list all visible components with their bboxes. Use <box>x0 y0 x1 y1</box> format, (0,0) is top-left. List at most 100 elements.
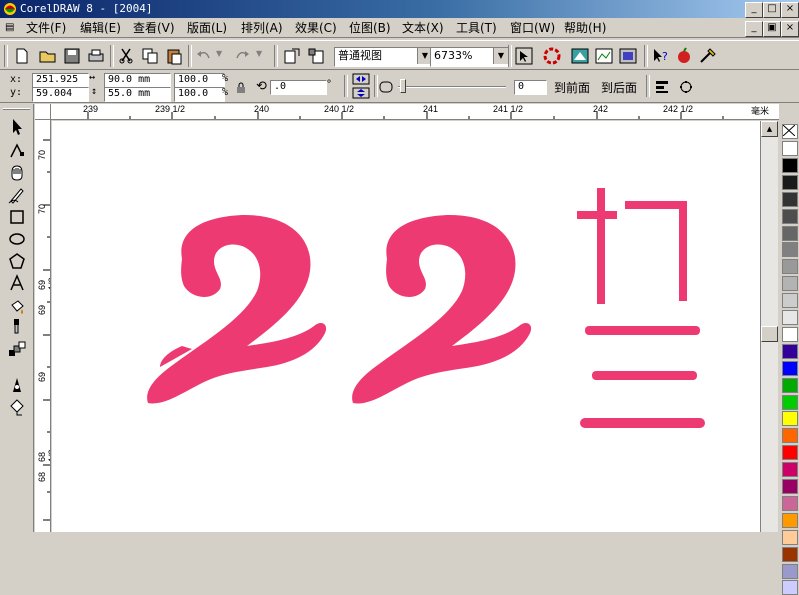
color-swatch[interactable] <box>782 428 798 444</box>
menu-window[interactable]: 窗口(W) <box>510 20 555 36</box>
rotation-field[interactable]: .0 <box>270 80 327 95</box>
text-tool-icon[interactable] <box>6 272 28 294</box>
color-swatch[interactable] <box>782 326 798 342</box>
polygon-tool-icon[interactable] <box>6 250 28 272</box>
snap-icon[interactable] <box>514 46 534 66</box>
scroll-thumb[interactable] <box>761 326 778 342</box>
color-swatch[interactable] <box>782 479 798 494</box>
rectangle-tool-icon[interactable] <box>6 206 28 228</box>
whats-this-icon[interactable]: ? <box>650 46 670 66</box>
ruler-origin[interactable] <box>35 104 51 120</box>
menu-file[interactable]: 文件(F) <box>26 20 66 36</box>
color-swatch[interactable] <box>782 580 798 595</box>
menu-effects[interactable]: 效果(C) <box>295 20 337 36</box>
image-viewer-icon[interactable] <box>618 46 638 66</box>
corner-slider-thumb[interactable] <box>400 79 406 93</box>
undo-icon[interactable] <box>194 46 214 66</box>
vertical-scrollbar[interactable]: ▲ <box>760 121 778 532</box>
save-icon[interactable] <box>62 46 82 66</box>
view-mode-select[interactable]: 普通视图 ▼ <box>334 47 433 67</box>
to-back-button[interactable]: 到后面 <box>601 79 637 96</box>
doc-minimize-button[interactable]: _ <box>745 21 763 37</box>
new-icon[interactable] <box>12 46 32 66</box>
y-position-field[interactable]: 59.004 <box>32 87 89 102</box>
mirror-horizontal-icon[interactable] <box>352 73 370 85</box>
doc-icon[interactable]: ▤ <box>5 20 14 36</box>
zoom-select[interactable]: 6733% ▼ <box>430 47 509 67</box>
export-icon[interactable] <box>306 46 326 66</box>
apple-icon[interactable] <box>674 46 694 66</box>
no-color-swatch[interactable] <box>782 124 798 139</box>
align-icon[interactable] <box>654 79 670 95</box>
doc-close-button[interactable]: × <box>781 21 799 37</box>
scroll-up-icon[interactable]: ▲ <box>761 121 778 137</box>
color-swatch[interactable] <box>782 293 798 309</box>
menu-arrange[interactable]: 排列(A) <box>241 20 283 36</box>
color-swatch[interactable] <box>782 157 798 173</box>
color-swatch[interactable] <box>782 276 798 292</box>
width-field[interactable]: 90.0 mm <box>104 73 171 88</box>
application-launcher-icon[interactable] <box>570 46 590 66</box>
fill-tool-icon[interactable] <box>6 396 28 418</box>
color-swatch[interactable] <box>782 259 798 275</box>
chevron-down-icon[interactable]: ▼ <box>493 48 508 64</box>
paste-icon[interactable] <box>164 46 184 66</box>
convert-to-curves-icon[interactable] <box>678 79 694 95</box>
open-icon[interactable] <box>38 46 58 66</box>
corel-tutor-icon[interactable] <box>542 46 562 66</box>
eyedropper-tool-icon[interactable] <box>6 316 28 338</box>
scale-x-field[interactable]: 100.0 <box>174 73 225 88</box>
color-swatch[interactable] <box>782 377 798 393</box>
color-swatch[interactable] <box>782 343 798 359</box>
color-swatch[interactable] <box>782 445 798 461</box>
magic-icon[interactable] <box>698 46 718 66</box>
maximize-button[interactable]: □ <box>763 2 781 18</box>
corner-slider-track[interactable] <box>398 86 506 88</box>
color-swatch[interactable] <box>782 462 798 478</box>
cut-icon[interactable] <box>116 46 136 66</box>
close-button[interactable]: × <box>781 2 799 18</box>
print-icon[interactable] <box>86 46 106 66</box>
minimize-button[interactable]: _ <box>745 2 763 18</box>
color-swatch[interactable] <box>782 495 798 511</box>
lock-icon[interactable] <box>234 81 248 95</box>
redo-icon[interactable] <box>232 46 252 66</box>
menu-edit[interactable]: 编辑(E) <box>80 20 121 36</box>
menu-bitmaps[interactable]: 位图(B) <box>349 20 391 36</box>
height-field[interactable]: 55.0 mm <box>104 87 171 102</box>
ellipse-tool-icon[interactable] <box>6 228 28 250</box>
undo-dropdown-icon[interactable]: ▼ <box>216 49 222 58</box>
color-swatch[interactable] <box>782 563 798 579</box>
color-swatch[interactable] <box>782 242 798 258</box>
color-swatch[interactable] <box>782 174 798 190</box>
import-icon[interactable] <box>282 46 302 66</box>
vertical-ruler[interactable]: 70 70 69 1/2 69 69 68 1/2 68 <box>35 120 51 532</box>
color-swatch[interactable] <box>782 411 798 427</box>
outline-width-field[interactable]: 0 <box>514 80 547 95</box>
color-swatch[interactable] <box>782 310 798 325</box>
doc-restore-button[interactable]: ▣ <box>763 21 781 37</box>
color-swatch[interactable] <box>782 208 798 224</box>
color-swatch[interactable] <box>782 546 798 562</box>
menu-help[interactable]: 帮助(H) <box>564 20 606 36</box>
color-swatch[interactable] <box>782 394 798 410</box>
freehand-tool-icon[interactable] <box>6 184 28 206</box>
color-swatch[interactable] <box>782 512 798 528</box>
horizontal-ruler[interactable]: 239 239 1/2 240 240 1/2 241 241 1/2 242 … <box>51 104 779 120</box>
drawing-canvas[interactable] <box>52 121 760 532</box>
scale-y-field[interactable]: 100.0 <box>174 87 225 102</box>
x-position-field[interactable]: 251.925 <box>32 73 89 88</box>
copy-icon[interactable] <box>140 46 160 66</box>
shape-tool-icon[interactable] <box>6 140 28 162</box>
menu-layout[interactable]: 版面(L) <box>187 20 227 36</box>
blend-tool-icon[interactable] <box>6 338 28 360</box>
menu-text[interactable]: 文本(X) <box>402 20 444 36</box>
menu-view[interactable]: 查看(V) <box>133 20 175 36</box>
color-swatch[interactable] <box>782 360 798 376</box>
mirror-vertical-icon[interactable] <box>352 87 370 99</box>
outline-tool-icon[interactable] <box>6 374 28 396</box>
scrapbook-icon[interactable] <box>594 46 614 66</box>
interactive-fill-tool-icon[interactable] <box>6 296 28 318</box>
pick-tool-icon[interactable] <box>6 116 28 138</box>
menu-tools[interactable]: 工具(T) <box>456 20 497 36</box>
